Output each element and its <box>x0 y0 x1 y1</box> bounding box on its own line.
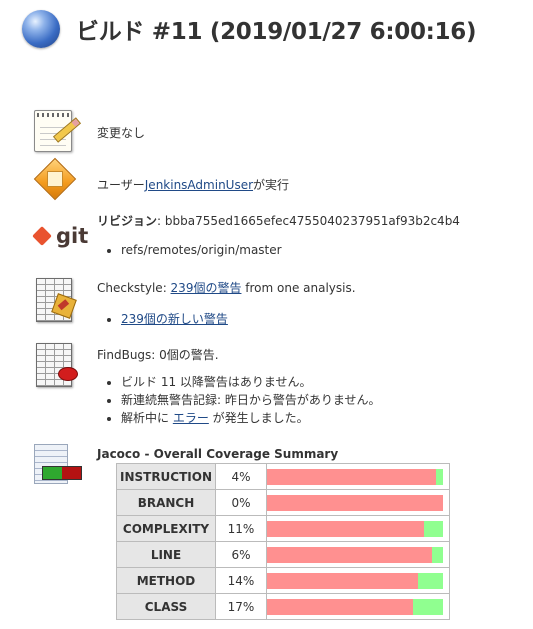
coverage-metric-name: BRANCH <box>116 489 216 516</box>
coverage-bar-covered <box>418 572 443 589</box>
git-logo: git <box>30 218 89 266</box>
coverage-percent: 4% <box>215 463 267 490</box>
coverage-bar-missed <box>267 520 424 537</box>
notepad-icon <box>30 108 86 156</box>
coverage-bar-cell <box>266 489 450 516</box>
coverage-bar <box>267 468 443 485</box>
coverage-bar <box>267 572 443 589</box>
coverage-row: INSTRUCTION 4% <box>116 463 450 490</box>
coverage-row: METHOD 14% <box>116 567 450 594</box>
coverage-bar <box>267 494 443 511</box>
coverage-bar-missed <box>267 572 419 589</box>
checkstyle-row <box>30 276 86 324</box>
revision-value: : bbba755ed1665efec4755040237951af93b2c4… <box>157 214 460 228</box>
coverage-metric-name: INSTRUCTION <box>116 463 216 490</box>
coverage-metric-name: METHOD <box>116 567 216 594</box>
user-cause-icon <box>30 157 86 208</box>
coverage-bar <box>267 546 443 563</box>
coverage-row: LINE 6% <box>116 541 450 568</box>
coverage-percent: 6% <box>215 541 267 568</box>
coverage-metric-name: CLASS <box>116 593 216 620</box>
coverage-bar-cell <box>266 515 450 542</box>
cause-prefix: ユーザー <box>97 178 145 192</box>
coverage-percent: 11% <box>215 515 267 542</box>
error-prefix: 解析中に <box>121 411 173 425</box>
cause-row <box>30 157 86 208</box>
coverage-bar-cell <box>266 541 450 568</box>
checkstyle-icon <box>30 276 86 324</box>
coverage-percent: 0% <box>215 489 267 516</box>
findbugs-row <box>30 341 86 389</box>
page-title: ビルド #11 (2019/01/27 6:00:16) <box>76 19 477 45</box>
coverage-row: COMPLEXITY 11% <box>116 515 450 542</box>
checkstyle-suffix: from one analysis. <box>241 281 356 295</box>
error-suffix: が発生しました。 <box>208 411 309 425</box>
changes-text: 変更なし <box>97 126 146 140</box>
changes-row <box>30 108 86 156</box>
cause-text: ユーザーJenkinsAdminUserが実行 <box>97 176 289 193</box>
git-diamond-icon <box>32 226 52 246</box>
findbugs-summary: FindBugs: 0個の警告. <box>97 348 219 362</box>
checkstyle-prefix: Checkstyle: <box>97 281 171 295</box>
checkstyle-new-warnings-link[interactable]: 239個の新しい警告 <box>121 312 228 326</box>
coverage-bar-cell <box>266 567 450 594</box>
branch-item: refs/remotes/origin/master <box>121 241 460 259</box>
git-logo-text: git <box>56 224 89 248</box>
coverage-bar-covered <box>423 520 443 537</box>
coverage-bar-cell <box>266 463 450 490</box>
findbugs-error-link[interactable]: エラー <box>173 411 209 425</box>
jacoco-title: Jacoco - Overall Coverage Summary <box>97 447 339 461</box>
user-link[interactable]: JenkinsAdminUser <box>145 178 253 192</box>
coverage-bar <box>267 520 443 537</box>
coverage-bar <box>267 598 443 615</box>
coverage-bar-cell <box>266 593 450 620</box>
coverage-bar-missed <box>267 494 443 511</box>
coverage-bar-missed <box>267 468 436 485</box>
coverage-bar-covered <box>435 468 443 485</box>
jacoco-row <box>30 440 86 488</box>
findbugs-item: 新連続無警告記録: 昨日から警告がありません。 <box>121 391 381 409</box>
findbugs-error-item: 解析中に エラー が発生しました。 <box>121 409 381 427</box>
coverage-table: INSTRUCTION 4% BRANCH 0% COMPLEXITY 11% LINE 6%… <box>116 463 450 620</box>
findbugs-item: ビルド 11 以降警告はありません。 <box>121 373 381 391</box>
coverage-metric-name: COMPLEXITY <box>116 515 216 542</box>
checkstyle-warnings-link[interactable]: 239個の警告 <box>171 281 242 295</box>
build-status-ball-icon <box>22 10 60 48</box>
page-header: ビルド #11 (2019/01/27 6:00:16) <box>22 10 476 48</box>
cause-suffix: が実行 <box>253 178 290 192</box>
coverage-metric-name: LINE <box>116 541 216 568</box>
coverage-bar-missed <box>267 546 433 563</box>
coverage-bar-covered <box>413 598 443 615</box>
coverage-bar-covered <box>432 546 443 563</box>
coverage-percent: 14% <box>215 567 267 594</box>
git-row: git <box>30 218 89 266</box>
coverage-percent: 17% <box>215 593 267 620</box>
coverage-row: BRANCH 0% <box>116 489 450 516</box>
bug-icon <box>58 367 78 381</box>
jacoco-icon <box>30 440 86 488</box>
coverage-row: CLASS 17% <box>116 593 450 620</box>
git-revision-block: リビジョン: bbba755ed1665efec4755040237951af9… <box>97 212 460 259</box>
checkstyle-block: Checkstyle: 239個の警告 from one analysis. 2… <box>97 279 356 328</box>
revision-label: リビジョン <box>97 214 158 228</box>
findbugs-block: FindBugs: 0個の警告. ビルド 11 以降警告はありません。 新連続無… <box>97 346 381 427</box>
coverage-bar-missed <box>267 598 414 615</box>
findbugs-icon <box>30 341 86 389</box>
